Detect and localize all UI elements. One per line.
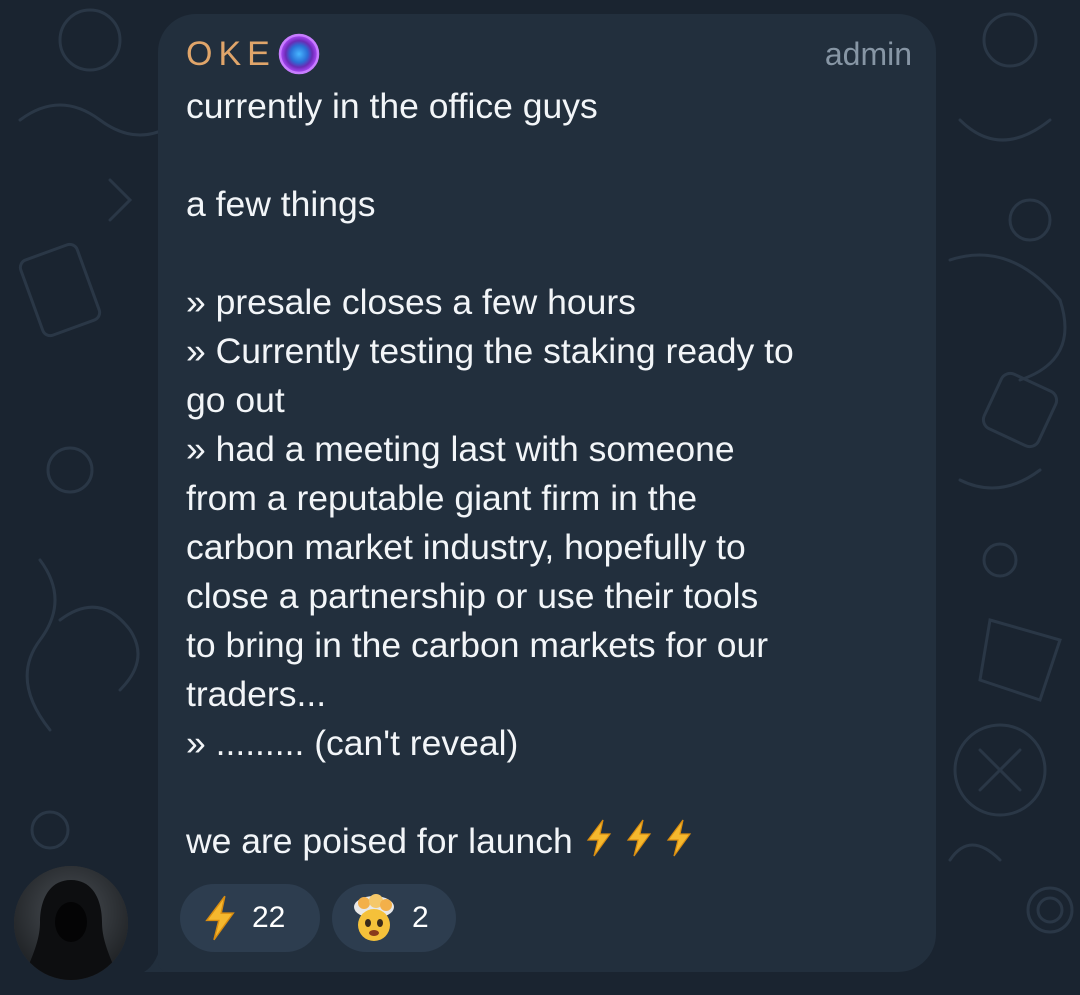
reactions-bar: 22 2 [180,884,456,952]
reaction-count: 22 [252,901,286,934]
message-author[interactable]: OKE [186,30,320,78]
reaction-count: 2 [412,901,429,934]
lightning-bolt-icon [205,895,235,941]
message-line [186,131,906,180]
message-line [186,768,906,817]
message-line [186,229,906,278]
lightning-bolt-icon [626,819,651,857]
message-text: currently in the office guys a few thing… [186,82,906,866]
sender-avatar[interactable] [14,866,128,980]
message-line: » had a meeting last with someone [186,429,735,469]
message-line: » Currently testing the staking ready to [186,331,794,371]
reaction-exploding-head[interactable]: 2 [332,884,456,952]
message-line: from a reputable giant firm in the [186,478,698,518]
message-line: go out [186,380,285,420]
purple-orb-badge-icon [278,33,320,75]
exploding-head-icon [354,894,394,941]
message-line: a few things [186,184,376,224]
message-line: » presale closes a few hours [186,282,636,322]
message-line-text: we are poised for launch [186,821,573,861]
message-line: traders... [186,674,327,714]
admin-badge: admin [824,36,912,72]
message-line: to bring in the carbon markets for our [186,625,769,665]
message-line: currently in the office guys [186,86,598,126]
author-name[interactable]: OKE [186,30,276,78]
message-line: » ......... (can't reveal) [186,723,519,763]
hooded-figure-avatar-icon [14,866,128,980]
lightning-bolt-icon [586,819,611,857]
lightning-bolt-icon [666,819,691,857]
reaction-lightning[interactable]: 22 [180,884,320,952]
message-line-last: we are poised for launch [186,817,906,866]
message-line: carbon market industry, hopefully to [186,527,746,567]
message-line: close a partnership or use their tools [186,576,759,616]
